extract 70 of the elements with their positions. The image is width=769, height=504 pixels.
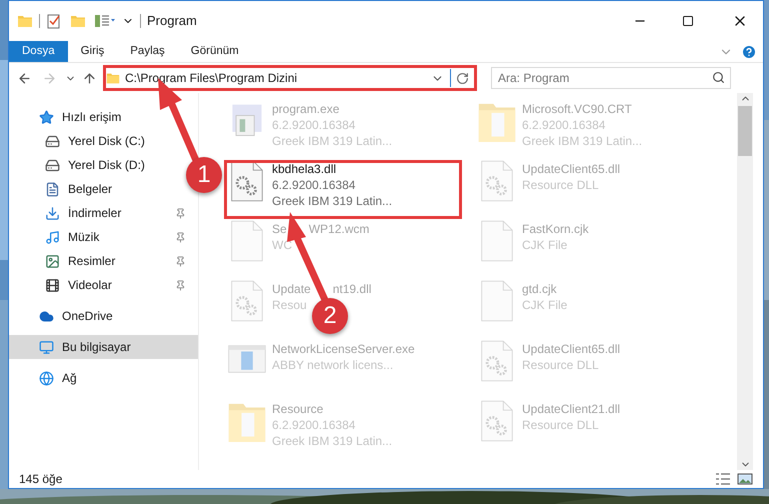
- file-detail: 6.2.9200.16384: [522, 117, 606, 133]
- scrollbar[interactable]: [737, 93, 753, 470]
- settings-file-icon: [479, 399, 515, 443]
- file-detail: Greek IBM 319 Latin...: [272, 133, 392, 149]
- music-icon: [45, 230, 60, 244]
- image-icon: [45, 254, 60, 268]
- file-detail: 6.2.9200.16384: [272, 417, 356, 433]
- thumbnail-view-icon[interactable]: [737, 473, 753, 485]
- ribbon-tab[interactable]: Dosya: [9, 41, 68, 62]
- sidebar-item[interactable]: Yerel Disk (C:): [68, 132, 145, 150]
- file-icon: [479, 219, 515, 263]
- drive-icon: [45, 158, 60, 172]
- settings-file-icon: [229, 279, 265, 323]
- search-field[interactable]: Ara: Program: [491, 67, 731, 89]
- download-icon: [45, 206, 60, 220]
- file-name[interactable]: kbdhela3.dll: [272, 161, 336, 177]
- ribbon-tab[interactable]: Görünüm: [178, 41, 252, 62]
- folder-icon: [106, 71, 120, 85]
- file-detail: Greek IBM 319 Latin...: [522, 133, 642, 149]
- address-path: C:\Program Files\Program Dizini: [125, 70, 298, 87]
- drive-icon: [45, 134, 60, 148]
- sidebar-item[interactable]: Ağ: [62, 369, 77, 387]
- settings-file-icon: [479, 159, 515, 203]
- ribbon-tab[interactable]: Paylaş: [117, 41, 178, 62]
- sidebar-item[interactable]: İndirmeler: [68, 204, 122, 222]
- folder-icon: [17, 13, 33, 29]
- window-title: Program: [147, 12, 197, 30]
- refresh-icon[interactable]: [456, 72, 469, 84]
- sidebar-item[interactable]: Yerel Disk (D:): [68, 156, 145, 174]
- file-detail: Resou: [272, 297, 308, 313]
- sidebar-item[interactable]: Hızlı erişim: [62, 108, 122, 126]
- sidebar-item[interactable]: Videolar: [68, 276, 112, 294]
- sidebar-item[interactable]: OneDrive: [62, 307, 113, 325]
- layout-icon[interactable]: [94, 14, 116, 28]
- sidebar-label: Bu bilgisayar: [62, 339, 131, 356]
- sidebar-item[interactable]: Bu bilgisayar: [9, 335, 198, 359]
- star-icon: [39, 110, 54, 124]
- sidebar-item[interactable]: Resimler: [68, 252, 116, 270]
- maximize-icon: [682, 15, 694, 27]
- computer-icon: [39, 340, 54, 354]
- file-detail: Resource DLL: [522, 177, 600, 193]
- file-detail: 6.2.9200.16384: [272, 177, 356, 193]
- help-icon[interactable]: [741, 44, 757, 60]
- file-detail: CJK File: [522, 237, 568, 253]
- scroll-thumb[interactable]: [738, 106, 752, 156]
- sidebar-item[interactable]: Belgeler: [68, 180, 112, 198]
- file-detail: 6.2.9200.16384: [272, 117, 356, 133]
- file-icon: [229, 219, 265, 263]
- document-icon: [45, 182, 60, 196]
- file-detail: ABBY network licens...: [272, 357, 394, 373]
- details-view-icon[interactable]: [715, 473, 731, 485]
- file-detail: Resource DLL: [522, 357, 600, 373]
- file-detail: Greek IBM 319 Latin...: [272, 433, 392, 449]
- network-icon: [39, 370, 54, 386]
- ribbon-tab[interactable]: Giriş: [68, 41, 118, 62]
- sidebar-item[interactable]: Müzik: [68, 228, 100, 246]
- film-icon: [45, 278, 60, 292]
- file-detail: CJK File: [522, 297, 568, 313]
- properties-icon[interactable]: [46, 13, 62, 29]
- settings-file-icon: [479, 339, 515, 383]
- up-icon[interactable]: [82, 70, 97, 86]
- file-detail: Greek IBM 319 Latin...: [272, 193, 392, 209]
- cloud-icon: [39, 308, 54, 324]
- address-field[interactable]: C:\Program Files\Program Dizini: [103, 65, 477, 91]
- file-icon: [479, 279, 515, 323]
- item-count: 145 öğe: [19, 471, 62, 488]
- file-detail: Resource DLL: [522, 417, 600, 433]
- back-icon[interactable]: [17, 70, 32, 86]
- file-detail: WC: [272, 237, 293, 253]
- search-icon: [712, 71, 725, 84]
